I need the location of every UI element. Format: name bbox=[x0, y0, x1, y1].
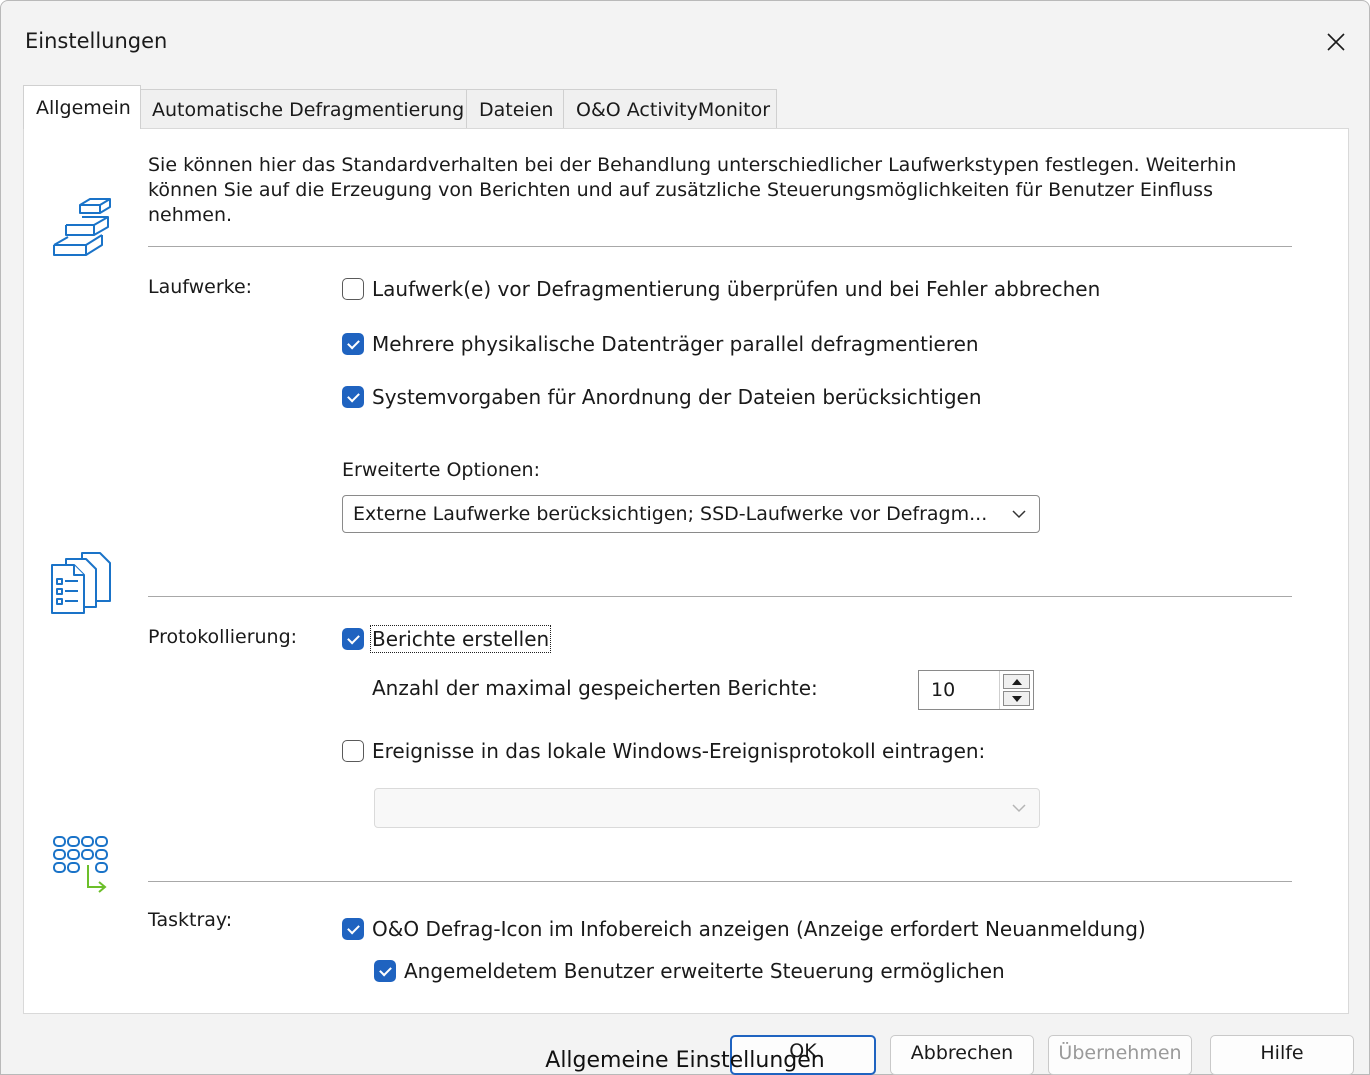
tray-grid-icon bbox=[53, 836, 108, 893]
close-icon bbox=[1327, 33, 1345, 51]
max-reports-label: Anzahl der maximal gespeicherten Bericht… bbox=[372, 676, 818, 700]
checkbox[interactable] bbox=[342, 386, 364, 408]
check-parallel-defrag[interactable]: Mehrere physikalische Datenträger parall… bbox=[342, 332, 979, 356]
advanced-options-dropdown[interactable]: Externe Laufwerke berücksichtigen; SSD-L… bbox=[342, 495, 1040, 533]
cancel-button[interactable]: Abbrechen bbox=[890, 1035, 1034, 1075]
tab-label: Automatische Defragmentierung bbox=[152, 99, 465, 121]
tab-label: Dateien bbox=[479, 99, 554, 121]
arrow-down-icon bbox=[1011, 695, 1022, 702]
separator bbox=[148, 596, 1292, 597]
check-windows-eventlog[interactable]: Ereignisse in das lokale Windows-Ereigni… bbox=[342, 739, 985, 763]
help-button[interactable]: Hilfe bbox=[1210, 1035, 1354, 1075]
ok-button[interactable]: OK bbox=[730, 1035, 876, 1075]
chevron-down-icon bbox=[1012, 510, 1026, 519]
drives-stack-icon bbox=[53, 198, 111, 256]
checkbox-label: O&O Defrag-Icon im Infobereich anzeigen … bbox=[372, 917, 1146, 941]
chevron-down-icon bbox=[1012, 804, 1026, 813]
button-label: Übernehmen bbox=[1058, 1042, 1182, 1064]
checkbox[interactable] bbox=[342, 918, 364, 940]
checkbox-label: Angemeldetem Benutzer erweiterte Steueru… bbox=[404, 959, 1005, 983]
check-create-reports[interactable]: Berichte erstellen bbox=[342, 625, 552, 653]
protokollierung-label: Protokollierung: bbox=[148, 626, 298, 648]
tab-allgemein[interactable]: Allgemein bbox=[23, 85, 141, 129]
tasktray-label: Tasktray: bbox=[148, 909, 233, 931]
checkbox-label: Systemvorgaben für Anordnung der Dateien… bbox=[372, 385, 982, 409]
window-title: Einstellungen bbox=[25, 29, 168, 53]
title-bar: Einstellungen bbox=[1, 1, 1369, 81]
checkbox[interactable] bbox=[342, 628, 364, 650]
check-system-defaults[interactable]: Systemvorgaben für Anordnung der Dateien… bbox=[342, 385, 982, 409]
separator bbox=[148, 881, 1292, 882]
tab-automatische-defragmentierung[interactable]: Automatische Defragmentierung bbox=[139, 89, 467, 129]
eventlog-dropdown[interactable] bbox=[374, 788, 1040, 828]
checkbox[interactable] bbox=[342, 278, 364, 300]
checkbox-label: Mehrere physikalische Datenträger parall… bbox=[372, 332, 979, 356]
checkbox-label: Berichte erstellen bbox=[369, 625, 552, 653]
laufwerke-label: Laufwerke: bbox=[148, 276, 253, 298]
spin-up-button[interactable] bbox=[1003, 674, 1030, 689]
apply-button[interactable]: Übernehmen bbox=[1048, 1035, 1192, 1075]
check-show-tray-icon[interactable]: O&O Defrag-Icon im Infobereich anzeigen … bbox=[342, 917, 1146, 941]
checkbox[interactable] bbox=[342, 740, 364, 762]
check-verify-drives[interactable]: Laufwerk(e) vor Defragmentierung überprü… bbox=[342, 277, 1100, 301]
separator bbox=[148, 246, 1292, 247]
tab-panel-allgemein: Sie können hier das Standardverhalten be… bbox=[23, 128, 1349, 1014]
tab-dateien[interactable]: Dateien bbox=[466, 89, 564, 129]
spinner-buttons bbox=[999, 671, 1033, 709]
max-reports-spinner[interactable]: 10 bbox=[918, 670, 1034, 710]
report-pages-icon bbox=[51, 552, 111, 614]
checkbox[interactable] bbox=[374, 960, 396, 982]
settings-dialog: Einstellungen Allgemein Automatische Def… bbox=[0, 0, 1370, 1075]
close-button[interactable] bbox=[1313, 19, 1359, 65]
intro-text: Sie können hier das Standardverhalten be… bbox=[148, 154, 1237, 226]
checkbox[interactable] bbox=[342, 333, 364, 355]
advanced-options-label: Erweiterte Optionen: bbox=[342, 459, 540, 481]
max-reports-value[interactable]: 10 bbox=[919, 679, 999, 701]
button-label: Hilfe bbox=[1260, 1042, 1304, 1064]
tab-label: Allgemein bbox=[36, 97, 131, 119]
button-label: OK bbox=[789, 1040, 817, 1062]
tab-label: O&O ActivityMonitor bbox=[576, 99, 771, 121]
check-user-control[interactable]: Angemeldetem Benutzer erweiterte Steueru… bbox=[374, 959, 1005, 983]
arrow-up-icon bbox=[1011, 678, 1022, 685]
checkbox-label: Laufwerk(e) vor Defragmentierung überprü… bbox=[372, 277, 1101, 301]
checkbox-label: Ereignisse in das lokale Windows-Ereigni… bbox=[372, 739, 986, 763]
spin-down-button[interactable] bbox=[1003, 691, 1030, 706]
tab-activitymonitor[interactable]: O&O ActivityMonitor bbox=[563, 89, 777, 129]
dropdown-value: Externe Laufwerke berücksichtigen; SSD-L… bbox=[353, 503, 988, 525]
button-label: Abbrechen bbox=[910, 1042, 1014, 1064]
